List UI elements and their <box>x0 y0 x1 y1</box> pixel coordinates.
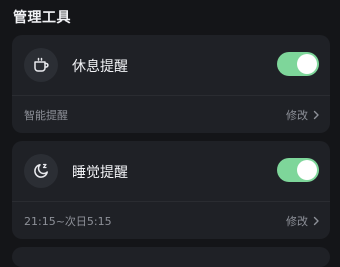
sleep-reminder-edit-button[interactable]: 修改 <box>286 213 320 229</box>
next-card <box>12 247 330 267</box>
section-title: 管理工具 <box>13 10 71 26</box>
sleep-reminder-toggle[interactable] <box>277 158 319 182</box>
sleep-reminder-row: 睡觉提醒 <box>12 141 330 201</box>
coffee-cup-icon <box>24 48 58 82</box>
rest-reminder-edit-button[interactable]: 修改 <box>286 107 320 123</box>
chevron-right-icon <box>313 110 319 120</box>
rest-reminder-detail: 智能提醒 <box>24 109 68 122</box>
toggle-knob <box>297 160 317 180</box>
sleep-reminder-time-range: 21:15~次日5:15 <box>24 215 112 228</box>
sleep-reminder-detail-row[interactable]: 21:15~次日5:15 修改 <box>12 202 330 239</box>
edit-label: 修改 <box>286 215 308 228</box>
chevron-right-icon <box>313 216 319 226</box>
moon-sleep-icon <box>24 154 58 188</box>
rest-reminder-toggle[interactable] <box>277 52 319 76</box>
sleep-reminder-title: 睡觉提醒 <box>72 165 128 181</box>
rest-reminder-card: 休息提醒 智能提醒 修改 <box>12 35 330 133</box>
rest-reminder-detail-row[interactable]: 智能提醒 修改 <box>12 96 330 133</box>
sleep-reminder-card: 睡觉提醒 21:15~次日5:15 修改 <box>12 141 330 239</box>
rest-reminder-title: 休息提醒 <box>72 59 128 75</box>
edit-label: 修改 <box>286 109 308 122</box>
rest-reminder-row: 休息提醒 <box>12 35 330 95</box>
toggle-knob <box>297 54 317 74</box>
